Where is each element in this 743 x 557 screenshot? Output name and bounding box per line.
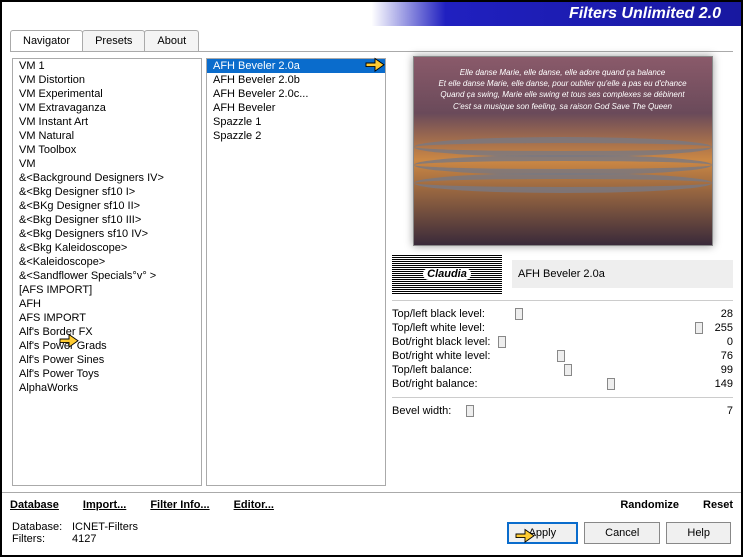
tab-strip: Navigator Presets About [10,30,733,52]
param-label: Top/left black level: [392,308,485,320]
param-slider[interactable] [493,324,695,332]
param-value: 76 [703,350,733,362]
filter-item[interactable]: Spazzle 2 [207,129,385,143]
param-label: Bot/right balance: [392,378,478,390]
filter-item[interactable]: AFH Beveler 2.0a [207,59,385,73]
tab-presets[interactable]: Presets [82,30,145,51]
category-item[interactable]: &<Bkg Designer sf10 III> [13,213,201,227]
filter-item[interactable]: AFH Beveler 2.0b [207,73,385,87]
param-row: Bot/right white level: 76 [392,349,733,363]
link-filter-info[interactable]: Filter Info... [150,499,209,511]
filter-item[interactable]: Spazzle 1 [207,115,385,129]
param-label: Bevel width: [392,405,451,417]
parameter-list-2: Bevel width: 7 [392,404,733,418]
category-item[interactable]: &<Background Designers IV> [13,171,201,185]
category-item[interactable]: Alf's Power Grads [13,339,201,353]
title-bar: Filters Unlimited 2.0 [2,2,741,26]
param-slider[interactable] [459,407,695,415]
param-label: Bot/right black level: [392,336,490,348]
status-db-value: ICNET-Filters [72,521,138,533]
status-db-label: Database: [12,521,72,533]
category-item[interactable]: Alf's Power Sines [13,353,201,367]
link-import[interactable]: Import... [83,499,126,511]
category-list[interactable]: VM 1VM DistortionVM ExperimentalVM Extra… [12,58,202,486]
param-value: 149 [703,378,733,390]
category-item[interactable]: VM Natural [13,129,201,143]
preview-image: Elle danse Marie, elle danse, elle adore… [413,56,713,246]
category-item[interactable]: &<Bkg Designer sf10 I> [13,185,201,199]
category-item[interactable]: VM [13,157,201,171]
category-item[interactable]: VM 1 [13,59,201,73]
category-item[interactable]: &<Bkg Kaleidoscope> [13,241,201,255]
status-filters-label: Filters: [12,533,72,545]
tab-about[interactable]: About [144,30,199,51]
category-item[interactable]: VM Instant Art [13,115,201,129]
author-logo: Claudia [392,254,502,294]
link-reset[interactable]: Reset [703,499,733,511]
param-row: Bevel width: 7 [392,404,733,418]
param-value: 255 [703,322,733,334]
link-database[interactable]: Database [10,499,59,511]
parameter-list: Top/left black level:28Top/left white le… [392,307,733,391]
category-item[interactable]: &<BKg Designer sf10 II> [13,199,201,213]
param-row: Bot/right black level: 0 [392,335,733,349]
category-item[interactable]: AlphaWorks [13,381,201,395]
link-randomize[interactable]: Randomize [620,499,679,511]
category-item[interactable]: Alf's Border FX [13,325,201,339]
active-filter-name: AFH Beveler 2.0a [512,260,733,288]
category-item[interactable]: AFH [13,297,201,311]
category-item[interactable]: &<Bkg Designers sf10 IV> [13,227,201,241]
help-button[interactable]: Help [666,522,731,544]
filter-item[interactable]: AFH Beveler [207,101,385,115]
main-content: VM 1VM DistortionVM ExperimentalVM Extra… [2,52,741,492]
param-value: 99 [703,364,733,376]
param-row: Bot/right balance: 149 [392,377,733,391]
param-row: Top/left black level: 28 [392,307,733,321]
action-bar: Database Import... Filter Info... Editor… [2,492,741,517]
preview-panel: Elle danse Marie, elle danse, elle adore… [392,56,733,488]
preview-caption: Elle danse Marie, elle danse, elle adore… [424,67,702,112]
status-filters-value: 4127 [72,533,96,545]
param-slider[interactable] [498,352,695,360]
param-value: 0 [703,336,733,348]
category-item[interactable]: VM Toolbox [13,143,201,157]
param-value: 28 [703,308,733,320]
status-bar: Database:ICNET-Filters Filters:4127 Appl… [2,517,741,549]
filter-item[interactable]: AFH Beveler 2.0c... [207,87,385,101]
param-slider[interactable] [498,338,695,346]
param-slider[interactable] [486,380,695,388]
tab-navigator[interactable]: Navigator [10,30,83,51]
param-slider[interactable] [480,366,695,374]
param-label: Top/left balance: [392,364,472,376]
category-item[interactable]: [AFS IMPORT] [13,283,201,297]
param-slider[interactable] [493,310,695,318]
param-row: Top/left balance: 99 [392,363,733,377]
app-title: Filters Unlimited 2.0 [569,5,721,23]
category-item[interactable]: &<Kaleidoscope> [13,255,201,269]
link-editor[interactable]: Editor... [234,499,274,511]
param-label: Bot/right white level: [392,350,490,362]
category-item[interactable]: &<Sandflower Specials°v° > [13,269,201,283]
param-label: Top/left white level: [392,322,485,334]
apply-button[interactable]: Apply [507,522,579,544]
category-item[interactable]: VM Extravaganza [13,101,201,115]
category-item[interactable]: AFS IMPORT [13,311,201,325]
cancel-button[interactable]: Cancel [584,522,660,544]
preview-pattern [414,137,712,207]
category-item[interactable]: VM Experimental [13,87,201,101]
param-row: Top/left white level: 255 [392,321,733,335]
category-item[interactable]: Alf's Power Toys [13,367,201,381]
filter-title-row: Claudia AFH Beveler 2.0a [392,254,733,294]
filter-list[interactable]: AFH Beveler 2.0aAFH Beveler 2.0bAFH Beve… [206,58,386,486]
param-value: 7 [703,405,733,417]
category-item[interactable]: VM Distortion [13,73,201,87]
